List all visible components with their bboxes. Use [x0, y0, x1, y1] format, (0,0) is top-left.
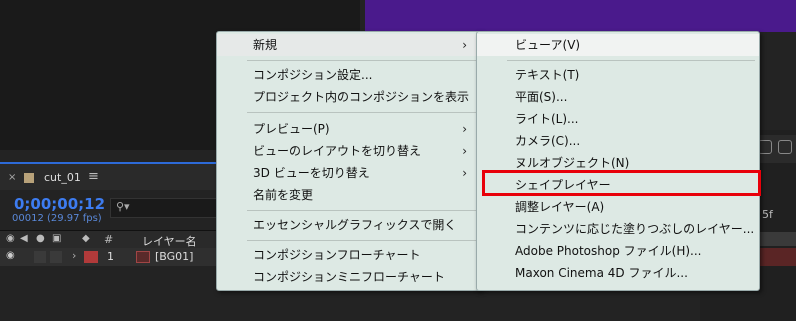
layer-name-header[interactable]: レイヤー名	[142, 233, 197, 249]
solo-icon[interactable]: ●	[36, 233, 45, 244]
highlight-annotation-box	[482, 170, 761, 196]
context-menu: 新規 › コンポジション設定... プロジェクト内のコンポジションを表示 プレビ…	[216, 31, 482, 291]
menu-item-label: コンポジションフローチャート	[253, 248, 421, 262]
submenu-item-label: カメラ(C)...	[515, 134, 581, 148]
menu-separator	[507, 60, 755, 61]
submenu-item-label: Maxon Cinema 4D ファイル...	[515, 266, 688, 280]
submenu-item-content-aware-fill-layer[interactable]: コンテンツに応じた塗りつぶしのレイヤー...	[477, 218, 759, 240]
frame-count: 00012 (29.97 fps)	[12, 213, 102, 224]
submenu-item-label: ビューア(V)	[515, 38, 581, 52]
menu-item-show-comp-in-project[interactable]: プロジェクト内のコンポジションを表示	[217, 86, 481, 108]
eye-icon[interactable]: ◉	[6, 250, 15, 261]
submenu-item-label: ヌルオブジェクト(N)	[515, 156, 630, 170]
menu-item-label: 3D ビューを切り替え	[253, 166, 370, 180]
right-panel-layer-bar[interactable]	[756, 248, 796, 266]
settings-icon[interactable]	[778, 140, 792, 154]
comp-tab-name[interactable]: cut_01	[44, 171, 81, 184]
menu-item-label: コンポジション設定...	[253, 68, 373, 82]
expand-arrow-icon[interactable]: ›	[72, 249, 76, 262]
menu-separator	[247, 210, 477, 211]
menu-item-preview[interactable]: プレビュー(P) ›	[217, 118, 481, 140]
submenu-item-text[interactable]: テキスト(T)	[477, 64, 759, 86]
menu-item-comp-mini-flowchart[interactable]: コンポジションミニフローチャート	[217, 266, 481, 288]
chevron-right-icon: ›	[462, 122, 467, 136]
submenu-item-label: 平面(S)...	[515, 90, 568, 104]
layer-row[interactable]: ◉ › 1 [BG01]	[0, 248, 220, 266]
layer-number-header: #	[104, 233, 114, 246]
menu-item-label: 名前を変更	[253, 188, 314, 202]
menu-item-switch-view-layout[interactable]: ビューのレイアウトを切り替え ›	[217, 140, 481, 162]
current-timecode[interactable]: 0;00;00;12	[14, 195, 105, 213]
menu-item-label: プレビュー(P)	[253, 122, 330, 136]
layer-label-color[interactable]	[84, 251, 98, 263]
close-icon[interactable]: ×	[8, 172, 16, 183]
submenu-item-label: ライト(L)...	[515, 112, 579, 126]
new-submenu: ビューア(V) テキスト(T) 平面(S)... ライト(L)... カメラ(C…	[476, 31, 760, 291]
composition-canvas	[365, 0, 796, 32]
menu-item-label: コンポジションミニフローチャート	[253, 270, 445, 284]
submenu-item-photoshop-file[interactable]: Adobe Photoshop ファイル(H)...	[477, 240, 759, 262]
timeline-tab[interactable]: × cut_01 ≡	[0, 162, 220, 190]
submenu-item-camera[interactable]: カメラ(C)...	[477, 130, 759, 152]
submenu-item-solid[interactable]: 平面(S)...	[477, 86, 759, 108]
chevron-right-icon: ›	[462, 166, 467, 180]
layer-column-header: ◉ ◀ ● ▣ ◆ # レイヤー名	[0, 230, 220, 248]
layer-number: 1	[107, 250, 114, 263]
menu-item-rename[interactable]: 名前を変更	[217, 184, 481, 206]
lock-toggle[interactable]	[50, 251, 62, 263]
submenu-item-viewer[interactable]: ビューア(V)	[477, 34, 759, 56]
layer-name[interactable]: [BG01]	[155, 250, 193, 263]
menu-separator	[247, 240, 477, 241]
submenu-item-adjustment-layer[interactable]: 調整レイヤー(A)	[477, 196, 759, 218]
menu-separator	[247, 60, 477, 61]
submenu-item-label: コンテンツに応じた塗りつぶしのレイヤー...	[515, 222, 755, 236]
timeline-panel: × cut_01 ≡ 0;00;00;12 00012 (29.97 fps) …	[0, 160, 220, 321]
eye-icon[interactable]: ◉	[6, 233, 15, 244]
menu-separator	[247, 112, 477, 113]
panel-menu-icon[interactable]: ≡	[88, 169, 99, 184]
audio-icon[interactable]: ◀	[20, 233, 28, 244]
menu-item-label: エッセンシャルグラフィックスで開く	[253, 218, 457, 232]
submenu-item-label: テキスト(T)	[515, 68, 580, 82]
search-icon[interactable]: ⚲▾	[116, 200, 130, 213]
menu-item-label: プロジェクト内のコンポジションを表示	[253, 90, 470, 104]
right-panel-track	[756, 232, 796, 246]
chevron-right-icon: ›	[462, 144, 467, 158]
menu-item-label: 新規	[253, 38, 278, 52]
comp-color-swatch	[24, 173, 34, 183]
submenu-item-light[interactable]: ライト(L)...	[477, 108, 759, 130]
layer-type-icon	[136, 251, 150, 263]
right-panel-text: 5f	[762, 208, 773, 221]
camera-icon[interactable]	[758, 140, 772, 154]
submenu-item-label: Adobe Photoshop ファイル(H)...	[515, 244, 702, 258]
menu-item-open-essential-graphics[interactable]: エッセンシャルグラフィックスで開く	[217, 214, 481, 236]
solo-toggle[interactable]	[34, 251, 46, 263]
chevron-right-icon: ›	[462, 38, 467, 52]
menu-item-comp-flowchart[interactable]: コンポジションフローチャート	[217, 244, 481, 266]
menu-item-label: ビューのレイアウトを切り替え	[253, 144, 422, 158]
label-icon[interactable]: ◆	[82, 233, 90, 244]
menu-item-comp-settings[interactable]: コンポジション設定...	[217, 64, 481, 86]
menu-item-new[interactable]: 新規 ›	[217, 34, 481, 56]
submenu-item-label: 調整レイヤー(A)	[515, 200, 605, 214]
submenu-item-cinema4d-file[interactable]: Maxon Cinema 4D ファイル...	[477, 262, 759, 284]
lock-icon[interactable]: ▣	[52, 233, 61, 244]
menu-item-switch-3d-view[interactable]: 3D ビューを切り替え ›	[217, 162, 481, 184]
